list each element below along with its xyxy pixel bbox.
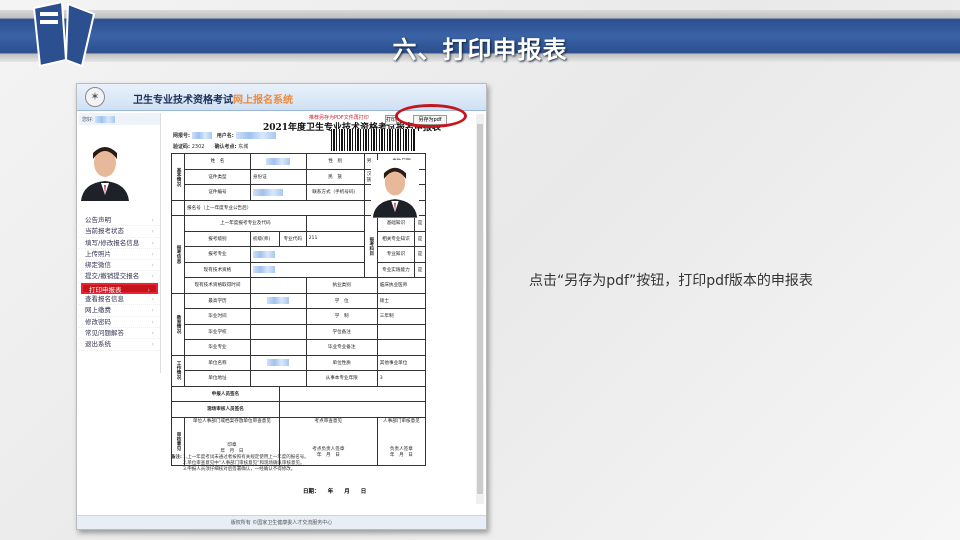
instruction-caption: 点击“另存为pdf”按钮，打印pdf版本的申报表 xyxy=(529,273,813,289)
date-line: 日期： 年 月 日 xyxy=(303,489,367,495)
sidebar-item-password[interactable]: 修改密码 xyxy=(79,317,160,328)
sidebar-item-status[interactable]: 当前报考状态 xyxy=(79,226,160,238)
remarks: 备注: 1.上一年度考试未通过者按照有关规定使用上一年度的报名号。 2.单位审查意… xyxy=(171,455,309,472)
barcode xyxy=(331,129,416,151)
form-photo xyxy=(371,160,419,218)
user-photo xyxy=(79,139,131,201)
form-area: 推荐另存为PDF文件再打印 2021年度卫生专业技术资格考试报名申报表 打印 另… xyxy=(163,112,475,512)
greeting: 您好: xyxy=(82,117,94,123)
emblem-icon: ✶ xyxy=(85,87,105,107)
book-logo-icon xyxy=(32,0,96,68)
sidebar: 您好: 公告声明 当前报考状态 填写/修改报名信息 上传照片 绑定微信 提交/撤… xyxy=(79,113,161,373)
system-name: 卫生专业技术资格考试网上报名系统 xyxy=(133,95,293,106)
browser-screenshot: ✶ 卫生专业技术资格考试网上报名系统 您好: 公告声明 当前报考状态 填写/修改… xyxy=(76,83,487,530)
scrollbar[interactable] xyxy=(476,114,484,504)
sidebar-item-upload-photo[interactable]: 上传照片 xyxy=(79,249,160,260)
slide-title-banner: 六、打印申报表 xyxy=(0,10,960,64)
sidebar-item-logout[interactable]: 退出系统 xyxy=(79,339,160,351)
sidebar-item-print-form[interactable]: 打印申报表 xyxy=(81,282,158,296)
footer: 版权所有 ©国家卫生健康委人才交流服务中心 xyxy=(77,515,486,529)
sidebar-item-payment[interactable]: 网上缴费 xyxy=(79,305,160,317)
highlight-circle xyxy=(395,104,467,128)
sidebar-item-submit[interactable]: 提交/撤销提交报名 xyxy=(79,271,160,283)
sidebar-item-edit-info[interactable]: 填写/修改报名信息 xyxy=(79,238,160,249)
sidebar-item-wechat[interactable]: 绑定微信 xyxy=(79,260,160,272)
sidebar-item-view-info[interactable]: 查看报名信息 xyxy=(79,294,160,306)
sidebar-item-announcement[interactable]: 公告声明 xyxy=(79,215,160,227)
slide-title: 六、打印申报表 xyxy=(392,36,568,64)
sidebar-item-faq[interactable]: 常见问题解答 xyxy=(79,328,160,340)
